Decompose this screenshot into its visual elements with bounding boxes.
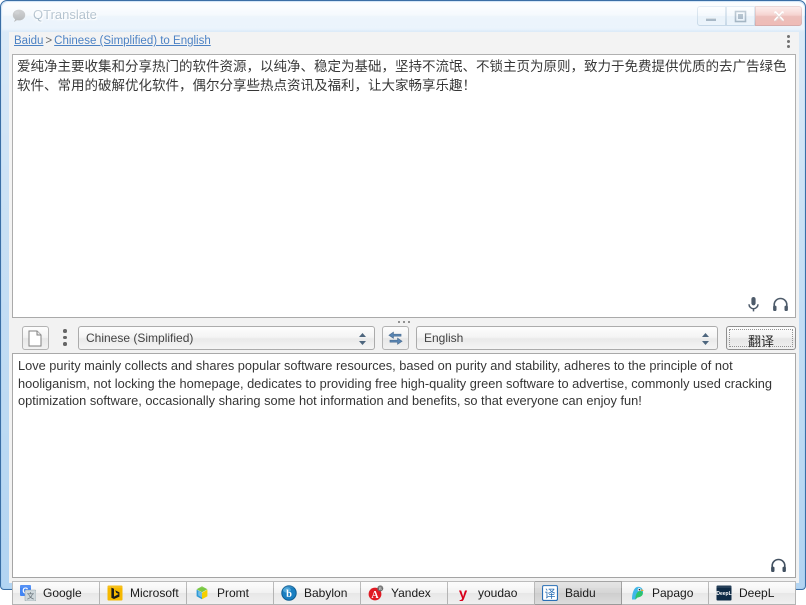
more-vertical-icon[interactable] <box>781 35 795 51</box>
service-tab-label: Microsoft <box>130 586 179 600</box>
svg-text:译: 译 <box>545 587 556 600</box>
svg-text:B: B <box>379 586 382 591</box>
source-language-value: Chinese (Simplified) <box>86 331 194 345</box>
service-tab-baidu[interactable]: 译 Baidu <box>535 581 622 605</box>
headphones-icon[interactable] <box>772 297 789 312</box>
translation-toolbar: Chinese (Simplified) English 翻译 <box>12 326 796 352</box>
result-text[interactable]: Love purity mainly collects and shares p… <box>18 357 788 410</box>
breadcrumb-service-link[interactable]: Baidu <box>14 35 43 47</box>
source-audio-controls <box>746 296 789 313</box>
svg-text:y: y <box>459 585 468 601</box>
window-title: QTranslate <box>33 7 97 22</box>
source-language-select[interactable]: Chinese (Simplified) <box>78 326 375 350</box>
service-tab-label: Papago <box>652 586 694 600</box>
service-tab-babylon[interactable]: b Babylon <box>274 581 361 605</box>
translate-button-label: 翻译 <box>747 335 774 350</box>
service-tab-google[interactable]: G 文 Google <box>12 581 100 605</box>
babylon-icon: b <box>281 585 297 601</box>
maximize-button[interactable] <box>726 6 755 26</box>
service-tab-microsoft[interactable]: Microsoft <box>100 581 187 605</box>
service-tab-label: Promt <box>217 586 250 600</box>
minimize-button[interactable] <box>697 6 726 26</box>
translation-service-tabs: G 文 Google Microsoft <box>12 581 796 605</box>
baidu-fanyi-icon: 译 <box>542 585 558 601</box>
breadcrumb-separator: > <box>45 35 53 47</box>
source-text-panel[interactable]: 爱纯净主要收集和分享热门的软件资源，以纯净、稳定为基础，坚持不流氓、不锁主页为原… <box>12 54 796 318</box>
swap-languages-button[interactable] <box>382 326 409 350</box>
svg-text:A: A <box>371 590 379 601</box>
service-tab-label: Babylon <box>304 586 348 600</box>
service-tab-deepl[interactable]: DeepL DeepL <box>709 581 796 605</box>
bing-icon <box>107 585 123 601</box>
service-tab-label: youdao <box>478 586 518 600</box>
breadcrumb: Baidu > Chinese (Simplified) to English <box>14 35 211 47</box>
chevron-updown-icon <box>358 332 367 346</box>
client-area: Baidu > Chinese (Simplified) to English 爱纯… <box>9 32 799 605</box>
panel-splitter[interactable] <box>12 319 796 326</box>
breadcrumb-direction-link[interactable]: Chinese (Simplified) to English <box>54 35 211 47</box>
youdao-icon: y <box>455 585 471 601</box>
title-bar[interactable]: QTranslate <box>3 3 805 30</box>
speech-bubble-icon <box>11 8 27 24</box>
chevron-updown-icon <box>701 332 710 346</box>
yandex-icon: A B <box>368 585 384 601</box>
translate-button[interactable]: 翻译 <box>726 326 796 350</box>
splitter-grip[interactable] <box>398 321 410 323</box>
svg-text:b: b <box>286 589 292 600</box>
google-translate-icon: G 文 <box>20 585 36 601</box>
target-language-select[interactable]: English <box>416 326 718 350</box>
service-tab-yandex[interactable]: A B Yandex <box>361 581 448 605</box>
promt-icon <box>194 585 210 601</box>
headphones-icon[interactable] <box>770 558 787 573</box>
breadcrumb-bar: Baidu > Chinese (Simplified) to English <box>9 32 799 54</box>
service-tab-label: Google <box>43 586 82 600</box>
svg-text:文: 文 <box>27 591 35 601</box>
result-audio-controls <box>770 558 787 573</box>
deepl-icon: DeepL <box>716 585 732 601</box>
service-tab-papago[interactable]: Papago <box>622 581 709 605</box>
service-tab-youdao[interactable]: y youdao <box>448 581 535 605</box>
more-vertical-icon[interactable] <box>59 329 71 347</box>
application-window: QTranslate Baidu > Chinese (Simplified) … <box>0 0 806 605</box>
service-tab-label: DeepL <box>739 586 775 600</box>
document-icon[interactable] <box>22 326 49 350</box>
service-tab-label: Yandex <box>391 586 431 600</box>
close-button[interactable] <box>755 6 802 26</box>
service-tab-label: Baidu <box>565 586 596 600</box>
microphone-icon[interactable] <box>746 296 761 313</box>
service-tab-promt[interactable]: Promt <box>187 581 274 605</box>
source-text[interactable]: 爱纯净主要收集和分享热门的软件资源，以纯净、稳定为基础，坚持不流氓、不锁主页为原… <box>17 58 789 96</box>
svg-text:DeepL: DeepL <box>716 591 731 597</box>
papago-parrot-icon <box>629 585 645 601</box>
target-language-value: English <box>424 331 464 345</box>
result-text-panel[interactable]: Love purity mainly collects and shares p… <box>12 353 796 578</box>
